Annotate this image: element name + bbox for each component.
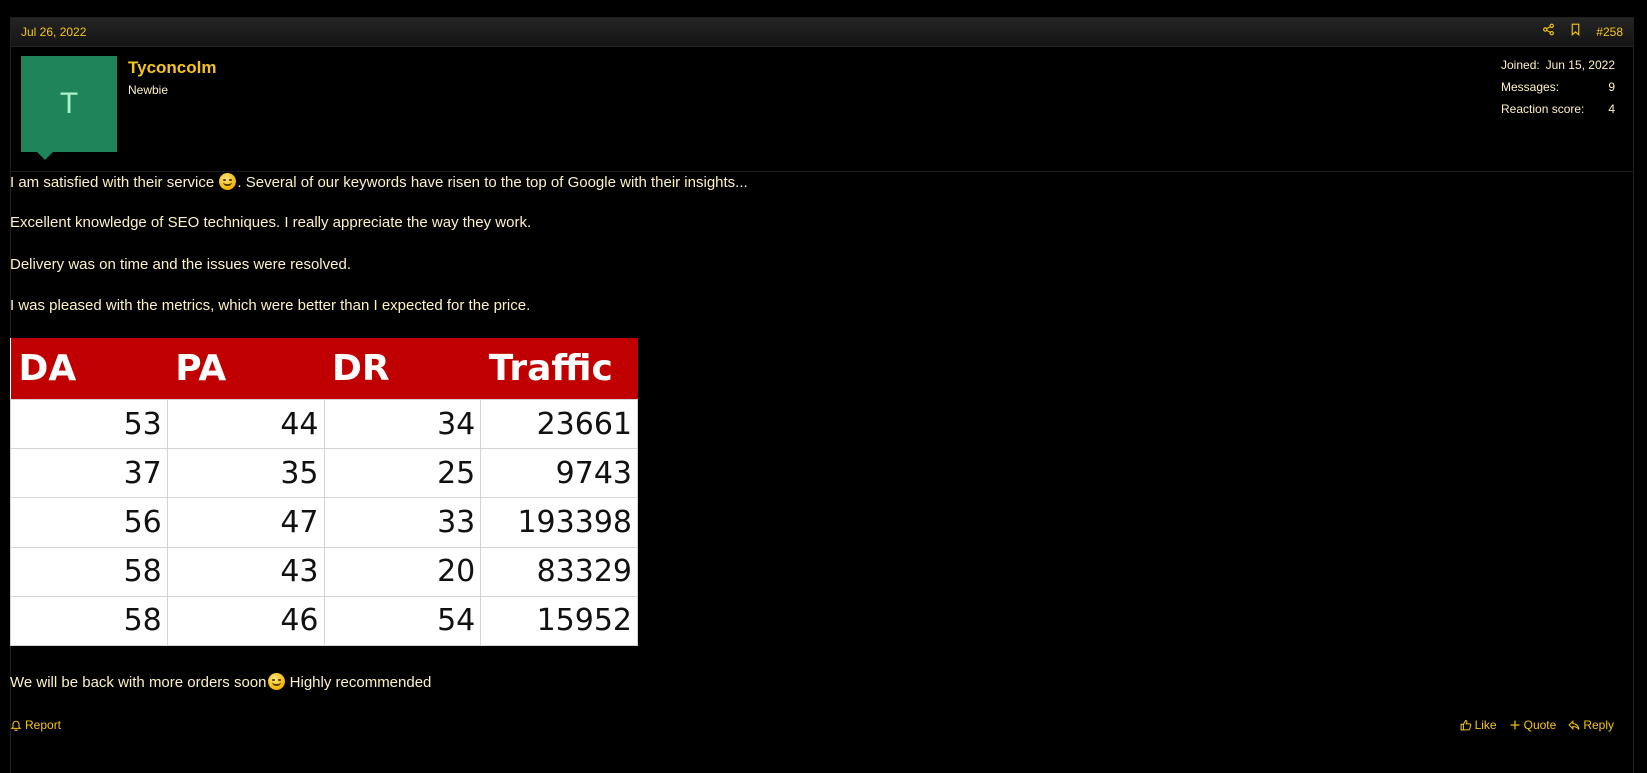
stat-label: Messages: [1501, 80, 1560, 94]
user-info: T Tyconcolm Newbie Joined: Jun 15, 2022 … [11, 47, 1633, 172]
table-cell: 53 [10, 398, 168, 450]
table-cell: 44 [166, 398, 325, 450]
table-cell: 54 [323, 595, 482, 647]
stat-joined: Joined: Jun 15, 2022 [1501, 58, 1615, 80]
table-header-cell: DA [10, 338, 168, 400]
like-label: Like [1474, 718, 1497, 732]
avatar-pointer [37, 152, 53, 160]
table-cell: 37 [10, 448, 168, 499]
message-paragraph: I am satisfied with their service . Seve… [10, 173, 748, 192]
stat-value: 4 [1608, 102, 1615, 116]
table-cell: 56 [10, 497, 168, 548]
table-cell: 47 [166, 497, 325, 548]
paragraph-text: I am satisfied with their service [10, 174, 219, 191]
table-cell: 193398 [480, 497, 638, 548]
table-row: 37 35 25 9743 [10, 448, 638, 499]
stat-value: Jun 15, 2022 [1545, 58, 1615, 72]
paragraph-text: . Several of our keywords have risen to … [237, 174, 748, 191]
quote-button[interactable]: Quote [1509, 718, 1557, 732]
table-cell: 35 [166, 448, 325, 499]
table-header-cell: PA [167, 338, 324, 400]
post-header: Jul 26, 2022 #258 [11, 18, 1633, 47]
message-paragraph: Excellent knowledge of SEO techniques. I… [10, 214, 532, 231]
username-link[interactable]: Tyconcolm [128, 58, 216, 78]
stat-messages: Messages: 9 [1501, 80, 1615, 102]
table-cell: 15952 [480, 595, 638, 647]
post-number-link[interactable]: #258 [1596, 25, 1623, 39]
bookmark-icon[interactable] [1569, 23, 1582, 41]
table-row: 58 46 54 15952 [10, 595, 638, 647]
report-label: Report [25, 718, 62, 732]
stat-reaction-score: Reaction score: 4 [1501, 102, 1615, 124]
table-cell: 83329 [480, 546, 638, 597]
report-button[interactable]: Report [10, 718, 61, 732]
reply-icon [1568, 719, 1580, 731]
table-cell: 46 [166, 595, 325, 647]
message-paragraph: I was pleased with the metrics, which we… [10, 297, 531, 314]
smile-emoji-icon [267, 673, 285, 690]
table-cell: 23661 [480, 398, 638, 450]
table-cell: 34 [323, 398, 482, 450]
table-cell: 9743 [480, 448, 638, 499]
table-cell: 33 [323, 497, 482, 548]
share-icon[interactable] [1542, 23, 1555, 41]
table-cell: 58 [10, 546, 168, 597]
like-button[interactable]: Like [1460, 718, 1497, 732]
avatar-letter: T [59, 87, 79, 120]
bell-icon [10, 720, 22, 731]
table-cell: 20 [323, 546, 482, 597]
stat-label: Joined: [1501, 58, 1540, 72]
table-cell: 25 [323, 448, 482, 499]
post-header-tools: #258 [1542, 23, 1623, 41]
thumbs-up-icon [1460, 719, 1471, 731]
table-row: 56 47 33 193398 [10, 497, 638, 548]
quote-label: Quote [1523, 718, 1557, 732]
table-row: 53 44 34 23661 [10, 398, 638, 450]
stat-label: Reaction score: [1501, 102, 1585, 116]
post-actions: Like Quote Reply [1460, 718, 1614, 732]
paragraph-text: Highly recommended [285, 674, 432, 691]
user-stats: Joined: Jun 15, 2022 Messages: 9 Reactio… [1501, 58, 1615, 124]
table-header-row: DA PA DR Traffic [10, 338, 638, 400]
plus-icon [1510, 720, 1520, 730]
stat-value: 9 [1608, 80, 1615, 94]
table-cell: 43 [166, 546, 325, 597]
message-paragraph: We will be back with more orders soon Hi… [10, 673, 431, 692]
smile-emoji-icon [219, 173, 237, 190]
message-paragraph: Delivery was on time and the issues were… [10, 256, 351, 273]
reply-button[interactable]: Reply [1568, 718, 1614, 732]
table-cell: 58 [10, 595, 168, 647]
table-row: 58 43 20 83329 [10, 546, 638, 597]
post-footer: Report Like Quote Reply [10, 718, 1614, 732]
paragraph-text: We will be back with more orders soon [10, 674, 267, 691]
table-header-cell: DR [324, 338, 481, 400]
user-title: Newbie [128, 83, 169, 97]
metrics-table-image: DA PA DR Traffic 53 44 34 23661 37 35 25… [10, 338, 638, 647]
post-date[interactable]: Jul 26, 2022 [21, 25, 86, 39]
avatar[interactable]: T [21, 56, 117, 152]
table-header-cell: Traffic [480, 338, 638, 400]
reply-label: Reply [1583, 718, 1614, 732]
